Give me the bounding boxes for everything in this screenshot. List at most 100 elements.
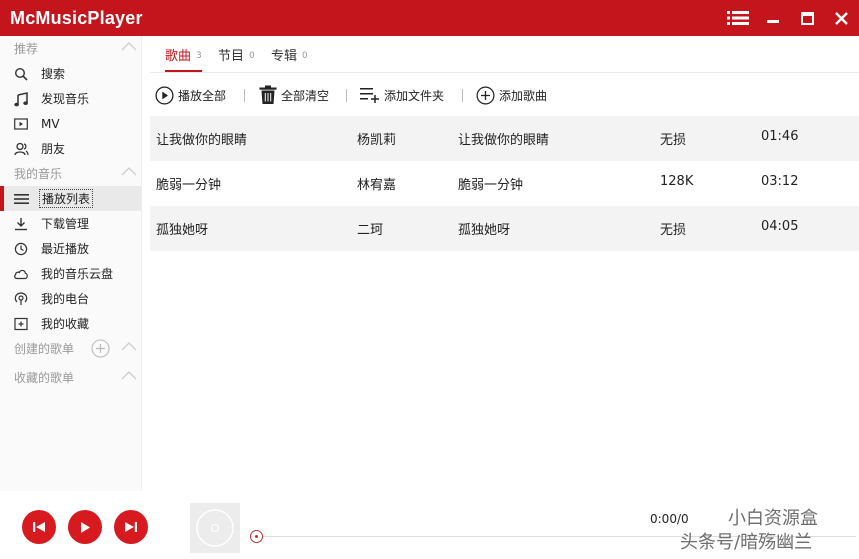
tab-albums[interactable]: 专辑 0: [271, 36, 308, 72]
clear-all-button[interactable]: 全部清空: [259, 82, 329, 108]
chevron-up-icon[interactable]: [121, 370, 137, 380]
next-button[interactable]: [114, 510, 148, 544]
chevron-up-icon[interactable]: [121, 41, 137, 51]
section-title: 我的音乐: [14, 167, 63, 181]
song-title: 孤独她呀: [156, 223, 209, 238]
tab-songs[interactable]: 歌曲 3: [165, 36, 202, 72]
table-row[interactable]: 孤独她呀 二珂 孤独她呀 无损 04:05: [150, 206, 859, 251]
previous-icon: [33, 522, 45, 532]
sidebar-item-mv[interactable]: MV: [0, 111, 141, 136]
search-icon: [14, 67, 28, 81]
cloud-icon: [14, 269, 28, 280]
music-player-window: McMusicPlayer 推荐 搜索 发现音乐 MV 朋友 我的音乐 播放列表…: [0, 0, 859, 559]
menu-button[interactable]: [721, 0, 755, 36]
sidebar-item-label: 搜索: [41, 67, 66, 81]
play-button[interactable]: [68, 510, 102, 544]
table-row[interactable]: 让我做你的眼睛 杨凯莉 让我做你的眼睛 无损 01:46: [150, 116, 859, 161]
close-button[interactable]: [824, 0, 858, 36]
song-quality: 无损: [660, 133, 687, 148]
song-duration: 03:12: [761, 174, 799, 189]
section-created-playlists: 创建的歌单: [0, 336, 141, 361]
watermark: 小白资源盒 头条号/暗殇幽兰: [680, 509, 855, 555]
song-artist: 杨凯莉: [357, 133, 397, 148]
music-note-icon: [14, 91, 28, 106]
play-all-button[interactable]: 播放全部: [155, 82, 226, 108]
watermark-line2: 头条号/暗殇幽兰: [680, 532, 813, 553]
section-recommend: 推荐: [0, 36, 141, 61]
radio-icon: [14, 292, 28, 305]
toolbar-divider: [346, 89, 347, 102]
sidebar-item-label: 我的电台: [41, 292, 90, 306]
song-album: 孤独她呀: [458, 223, 511, 238]
sidebar-item-cloud[interactable]: 我的音乐云盘: [0, 261, 141, 286]
sidebar-item-discover[interactable]: 发现音乐: [0, 86, 141, 111]
song-duration: 01:46: [761, 129, 799, 144]
section-title: 创建的歌单: [14, 342, 75, 356]
tab-count: 0: [249, 50, 255, 61]
sidebar-item-label: MV: [41, 116, 60, 131]
song-duration: 04:05: [761, 219, 799, 234]
section-title: 收藏的歌单: [14, 371, 75, 385]
sidebar-item-radio[interactable]: 我的电台: [0, 286, 141, 311]
content-tabs: 歌曲 3 节目 0 专辑 0: [155, 36, 855, 72]
previous-button[interactable]: [22, 510, 56, 544]
close-icon: [834, 11, 848, 25]
sidebar-item-collection[interactable]: 我的收藏: [0, 311, 141, 336]
table-row[interactable]: 脆弱一分钟 林宥嘉 脆弱一分钟 128K 03:12: [150, 161, 859, 206]
mv-icon: [14, 118, 28, 130]
song-album: 让我做你的眼睛: [458, 133, 550, 148]
download-icon: [15, 218, 27, 231]
sidebar: 推荐 搜索 发现音乐 MV 朋友 我的音乐 播放列表 下载管理 最近播放 我的音…: [0, 36, 142, 491]
add-playlist-icon[interactable]: [91, 339, 110, 358]
song-artist: 林宥嘉: [357, 178, 397, 193]
sidebar-item-label: 朋友: [41, 142, 66, 156]
progress-knob[interactable]: [250, 530, 263, 543]
sidebar-item-recent[interactable]: 最近播放: [0, 236, 141, 261]
tab-label: 节目: [218, 48, 245, 64]
sidebar-item-label: 我的音乐云盘: [41, 267, 114, 281]
tabs-divider: [150, 72, 859, 73]
collection-icon: [14, 317, 28, 331]
add-folder-button[interactable]: 添加文件夹: [360, 82, 444, 108]
song-quality: 无损: [660, 223, 687, 238]
play-icon: [81, 521, 90, 533]
song-artist: 二珂: [357, 223, 384, 238]
tab-programs[interactable]: 节目 0: [218, 36, 255, 72]
tab-label: 专辑: [271, 48, 298, 64]
add-folder-icon: [360, 88, 379, 103]
playlist-icon: [13, 194, 29, 204]
sidebar-item-downloads[interactable]: 下载管理: [0, 211, 141, 236]
chevron-up-icon[interactable]: [121, 341, 137, 351]
section-collected-playlists: 收藏的歌单: [0, 365, 141, 390]
add-song-button[interactable]: 添加歌曲: [476, 82, 547, 108]
add-circle-icon: [476, 86, 495, 104]
maximize-button[interactable]: [790, 0, 824, 36]
add-folder-label: 添加文件夹: [384, 88, 445, 103]
sidebar-item-friends[interactable]: 朋友: [0, 136, 141, 161]
sidebar-item-search[interactable]: 搜索: [0, 61, 141, 86]
sidebar-item-label: 播放列表: [39, 189, 94, 208]
sidebar-item-playlist[interactable]: 播放列表: [0, 186, 141, 211]
app-title: McMusicPlayer: [10, 7, 143, 28]
song-title: 让我做你的眼睛: [156, 133, 248, 148]
title-bar: McMusicPlayer: [0, 0, 859, 36]
menu-icon: [727, 11, 749, 25]
player-bar: 0:00/0 小白资源盒 头条号/暗殇幽兰: [0, 491, 859, 559]
tab-count: 0: [302, 50, 308, 61]
minimize-icon: [767, 20, 779, 23]
song-quality: 128K: [660, 174, 694, 189]
section-title: 推荐: [14, 42, 39, 56]
song-list: 让我做你的眼睛 杨凯莉 让我做你的眼睛 无损 01:46 脆弱一分钟 林宥嘉 脆…: [150, 116, 859, 251]
sidebar-item-label: 最近播放: [41, 242, 90, 256]
play-circle-icon: [155, 85, 174, 105]
chevron-up-icon[interactable]: [121, 166, 137, 176]
clear-all-label: 全部清空: [281, 88, 330, 103]
disc-icon: [196, 509, 234, 547]
minimize-button[interactable]: [756, 0, 790, 36]
album-cover[interactable]: [190, 503, 240, 553]
toolbar-divider: [462, 89, 463, 102]
sidebar-item-label: 下载管理: [41, 217, 90, 231]
song-title: 脆弱一分钟: [156, 178, 222, 193]
trash-icon: [259, 85, 277, 104]
play-all-label: 播放全部: [178, 88, 227, 103]
